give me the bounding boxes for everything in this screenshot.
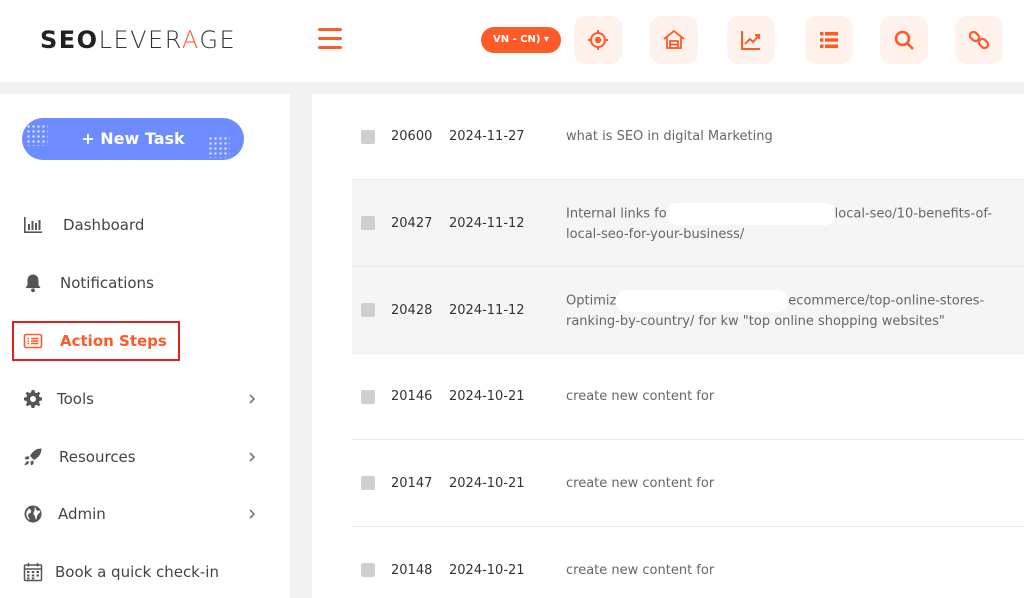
sidebar-item-label: Dashboard xyxy=(63,216,145,234)
seoleverage-logo[interactable]: SEOLEVERAGE xyxy=(40,26,236,54)
logo-seo-text: SEO xyxy=(40,26,99,54)
task-id: 20148 xyxy=(391,562,433,578)
table-row[interactable]: 20147 2024-10-21 create new content for xyxy=(352,440,1024,527)
target-icon[interactable] xyxy=(574,16,622,64)
sidebar: + New Task Dashboard Notifications Actio… xyxy=(0,94,290,598)
task-date: 2024-10-21 xyxy=(449,475,525,491)
rocket-icon xyxy=(22,446,44,468)
task-title[interactable]: create new content for xyxy=(566,474,1006,493)
row-checkbox[interactable] xyxy=(361,389,375,404)
sidebar-item-dashboard[interactable]: Dashboard xyxy=(0,205,290,245)
task-date: 2024-10-21 xyxy=(449,389,525,404)
list-card-icon xyxy=(22,330,44,352)
row-checkbox[interactable] xyxy=(361,216,375,230)
link-icon[interactable] xyxy=(955,16,1003,64)
row-checkbox[interactable] xyxy=(361,476,375,490)
task-id: 20147 xyxy=(391,475,433,491)
calendar-icon xyxy=(22,561,44,583)
table-row[interactable]: 20146 2024-10-21 create new content for xyxy=(352,354,1024,440)
task-list: 20600 2024-11-27 what is SEO in digital … xyxy=(312,94,1024,598)
redacted-text xyxy=(616,289,789,312)
table-row[interactable]: 20600 2024-11-27 what is SEO in digital … xyxy=(352,94,1024,180)
task-title[interactable]: create new content for xyxy=(566,561,1006,580)
task-date: 2024-10-21 xyxy=(449,562,525,578)
sidebar-item-action-steps[interactable]: Action Steps xyxy=(0,321,290,361)
trend-chart-icon[interactable] xyxy=(727,16,775,64)
sidebar-item-book-check-in[interactable]: Book a quick check-in xyxy=(0,552,290,592)
globe-icon xyxy=(22,503,44,525)
bell-icon xyxy=(22,272,44,294)
task-title[interactable]: what is SEO in digital Marketing xyxy=(566,127,1006,146)
hamburger-menu-icon[interactable] xyxy=(318,28,342,50)
chevron-right-icon xyxy=(249,452,256,462)
new-task-label: + New Task xyxy=(81,129,185,148)
sidebar-item-label: Action Steps xyxy=(60,332,167,350)
task-id: 20600 xyxy=(391,129,433,144)
logo-ge-text: GE xyxy=(199,26,237,54)
redacted-text xyxy=(666,202,835,225)
task-title[interactable]: Internal links fo local-seo/10-benefits-o… xyxy=(566,202,1006,244)
logo-accent-letter: A xyxy=(181,26,200,54)
row-checkbox[interactable] xyxy=(361,129,375,144)
logo-lever-text: LEVER xyxy=(98,26,182,54)
table-row[interactable]: 20427 2024-11-12 Internal links fo local-… xyxy=(352,180,1024,267)
chevron-right-icon xyxy=(249,394,256,404)
task-date: 2024-11-12 xyxy=(449,302,525,318)
sidebar-item-label: Admin xyxy=(58,505,106,523)
task-date: 2024-11-12 xyxy=(449,215,525,231)
list-icon[interactable] xyxy=(805,16,853,64)
task-title[interactable]: create new content for xyxy=(566,387,1006,406)
sidebar-item-notifications[interactable]: Notifications xyxy=(0,263,290,303)
sidebar-item-resources[interactable]: Resources xyxy=(0,437,290,477)
task-date: 2024-11-27 xyxy=(449,129,525,144)
search-icon[interactable] xyxy=(880,16,928,64)
language-selector[interactable]: VN - CN) ▾ xyxy=(481,27,561,53)
top-header: SEOLEVERAGE VN - CN) ▾ xyxy=(0,0,1024,82)
row-checkbox[interactable] xyxy=(361,563,375,577)
task-id: 20428 xyxy=(391,302,433,318)
sidebar-item-admin[interactable]: Admin xyxy=(0,494,290,534)
table-row[interactable]: 20428 2024-11-12 Optimiz ecommerce/top-on… xyxy=(352,267,1024,354)
gear-icon xyxy=(22,388,44,410)
bar-chart-icon xyxy=(22,214,44,236)
chevron-right-icon xyxy=(249,509,256,519)
house-icon[interactable] xyxy=(650,16,698,64)
task-title[interactable]: Optimiz ecommerce/top-online-stores-ranki… xyxy=(566,289,1006,331)
new-task-button[interactable]: + New Task xyxy=(22,118,244,160)
task-id: 20146 xyxy=(391,389,433,404)
sidebar-item-label: Resources xyxy=(59,448,136,466)
sidebar-item-label: Notifications xyxy=(60,274,154,292)
sidebar-item-tools[interactable]: Tools xyxy=(0,379,290,419)
task-id: 20427 xyxy=(391,215,433,231)
row-checkbox[interactable] xyxy=(361,303,375,317)
sidebar-item-label: Book a quick check-in xyxy=(55,563,219,581)
sidebar-item-label: Tools xyxy=(57,390,94,408)
table-row[interactable]: 20148 2024-10-21 create new content for xyxy=(352,527,1024,598)
